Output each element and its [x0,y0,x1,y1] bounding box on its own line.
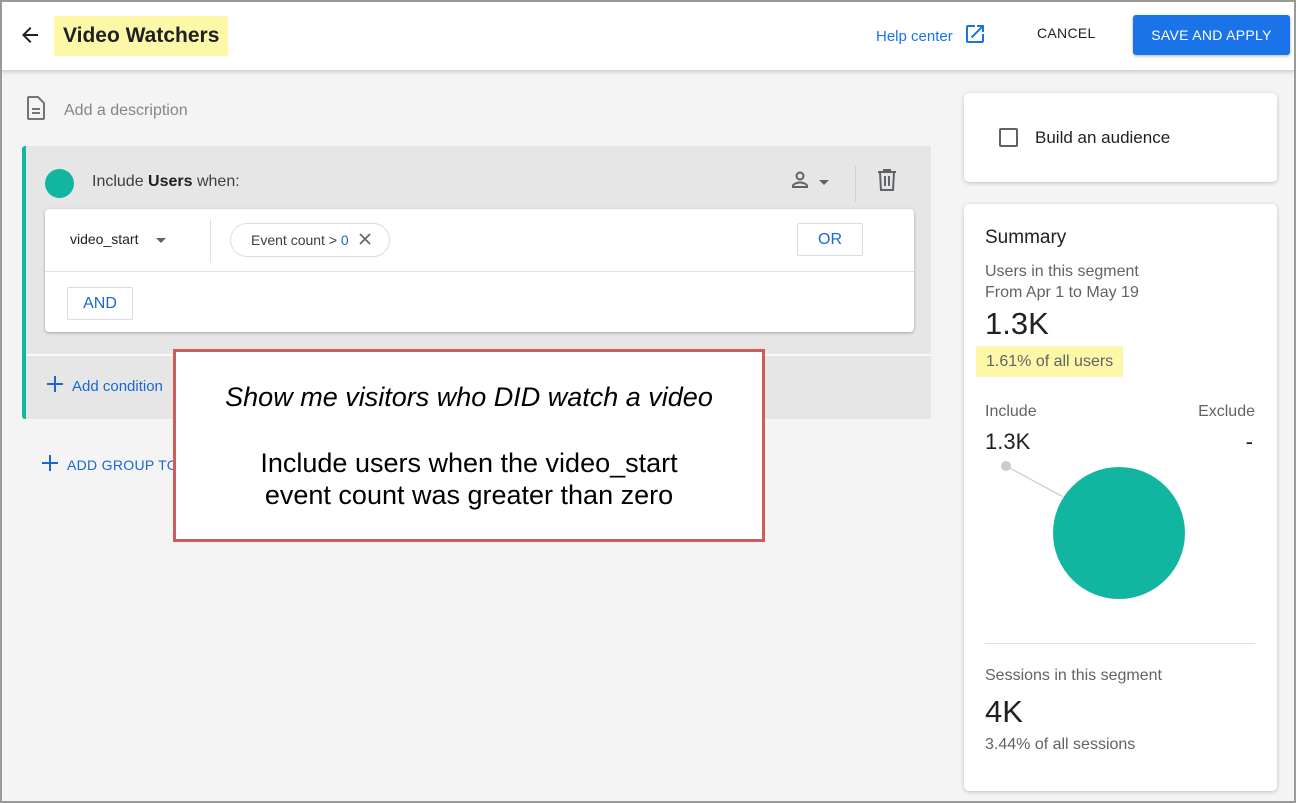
pie-leader-dot [1001,461,1011,471]
close-icon[interactable] [359,232,371,248]
group-scope: Users [148,173,193,190]
pie-leader-line [1005,465,1064,498]
person-icon [788,168,812,197]
event-count-chip[interactable]: Event count > 0 [230,223,390,257]
sessions-value: 4K [985,694,1023,729]
add-condition-button[interactable]: Add condition [46,375,163,397]
cancel-button[interactable]: CANCEL [1037,25,1096,41]
date-range: From Apr 1 to May 19 [985,284,1139,301]
users-label-text: Users in this segment [985,263,1139,280]
and-button[interactable]: AND [67,287,133,320]
group-title-suffix: when: [192,173,240,190]
users-value: 1.3K [985,306,1049,341]
group-color-dot [45,169,74,198]
build-audience-card: Build an audience [964,93,1277,182]
build-audience-checkbox[interactable] [999,128,1018,147]
save-and-apply-button[interactable]: SAVE AND APPLY [1133,15,1290,55]
condition-card: video_start Event count > 0 OR AND [45,209,914,332]
segment-title[interactable]: Video Watchers [54,16,229,56]
description-placeholder: Add a description [64,101,188,119]
include-label: Include [985,403,1037,420]
exclude-value: - [1245,429,1253,454]
plus-icon [46,375,64,397]
users-label: Users in this segment From Apr 1 to May … [985,261,1139,303]
callout-heading: Show me visitors who DID watch a video [225,382,713,412]
sessions-percent: 3.44% of all sessions [985,736,1136,753]
users-percent: 1.61% of all users [976,346,1124,377]
chevron-down-icon [818,174,830,192]
add-group-label: ADD GROUP TO [67,456,178,473]
help-center-label: Help center [876,27,953,45]
top-bar: Video Watchers Help center CANCEL SAVE A… [0,0,1296,70]
build-audience-label: Build an audience [1035,128,1171,147]
event-name: video_start [70,231,139,247]
plus-icon [41,454,59,475]
chip-label: Event count > 0 [251,232,349,248]
divider [985,643,1255,644]
or-button[interactable]: OR [797,223,863,256]
event-dropdown[interactable]: video_start [70,231,167,247]
scope-dropdown[interactable] [788,168,830,197]
add-condition-label: Add condition [72,377,163,395]
sessions-label: Sessions in this segment [985,667,1162,684]
document-icon [26,96,46,125]
description-field[interactable]: Add a description [26,96,188,125]
chevron-down-icon [156,231,167,247]
divider [210,219,211,262]
summary-card: Summary Users in this segment From Apr 1… [964,204,1277,791]
exclude-label: Exclude [1198,403,1255,420]
group-title: Include Users when: [92,173,240,191]
divider [855,166,856,202]
summary-title: Summary [985,227,1067,248]
segment-pie-chart [1001,461,1185,599]
annotation-callout: Show me visitors who DID watch a video I… [173,349,765,542]
chip-value: 0 [340,232,349,248]
callout-body: Include users when the video_start event… [260,448,678,510]
pie-slice-include [1053,467,1185,599]
add-group-button[interactable]: ADD GROUP TO [41,454,178,475]
group-title-prefix: Include [92,173,149,190]
divider [45,271,914,272]
open-in-new-icon [963,22,987,50]
back-arrow-icon[interactable] [18,23,42,47]
include-value: 1.3K [985,429,1031,454]
help-center-link[interactable]: Help center [876,22,987,50]
trash-icon[interactable] [876,168,898,197]
chip-text: Event count > [251,232,341,248]
